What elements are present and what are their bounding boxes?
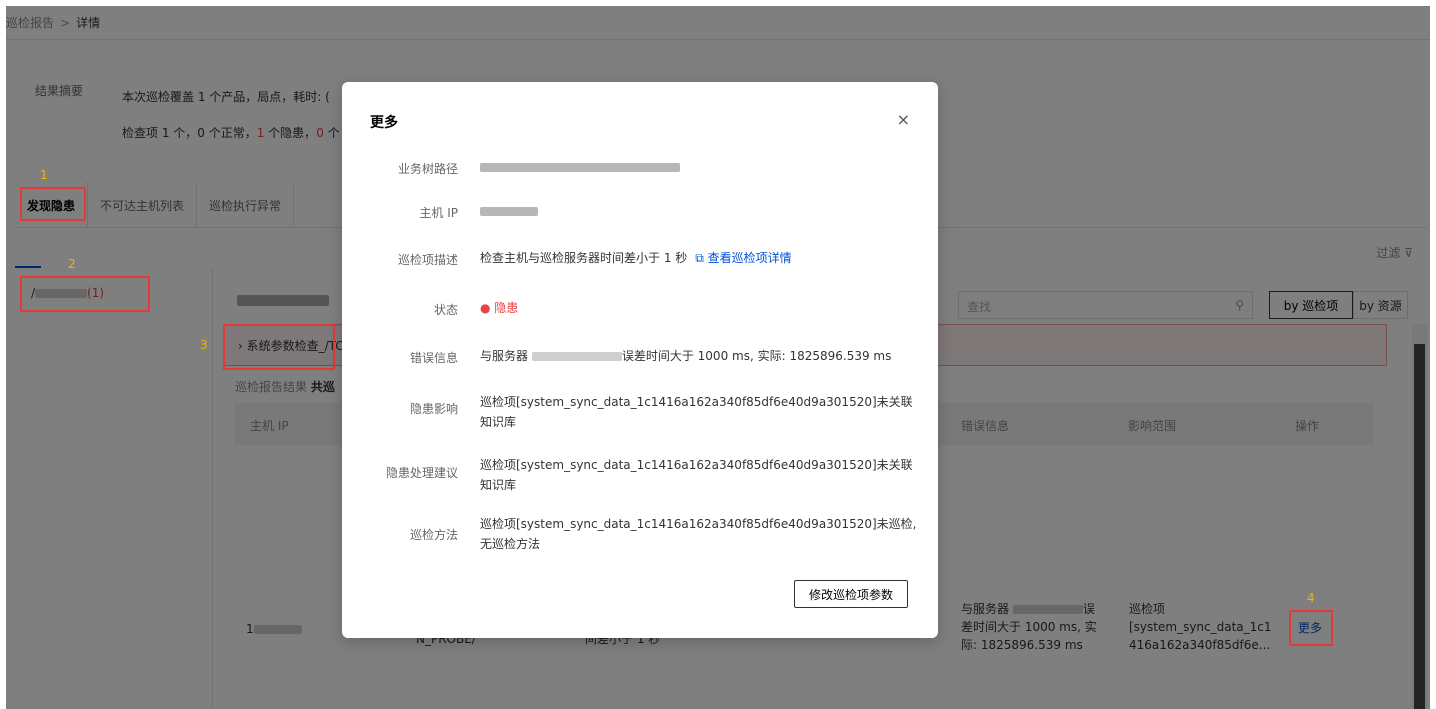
method-value: 巡检项[system_sync_data_1c1416a162a340f85df… [480,517,917,551]
annotation-box-2 [20,276,150,312]
annotation-box-4 [1289,610,1333,646]
annotation-3: 3 [200,338,208,352]
method-label: 巡检方法 [409,528,458,542]
suggestion-value: 巡检项[system_sync_data_1c1416a162a340f85df… [480,458,913,492]
view-detail-link[interactable]: 查看巡检项详情 [708,251,792,265]
status-label: 状态 [433,303,458,317]
error-label: 错误信息 [409,351,458,365]
impact-value: 巡检项[system_sync_data_1c1416a162a340f85df… [480,395,913,429]
annotation-2: 2 [68,257,76,271]
page: 巡检报告>详情 结果摘要 本次巡检覆盖 1 个产品，局点，耗时: ( 检查项 1… [0,0,1436,709]
annotation-box-1 [20,187,86,221]
status-value: ● 隐患 [480,301,519,315]
biz-path-label: 业务树路径 [397,162,458,176]
annotation-box-3 [223,324,335,370]
error-value: 与服务器 误差时间大于 1000 ms, 实际: 1825896.539 ms [480,349,892,363]
suggestion-label: 隐患处理建议 [385,466,458,480]
desc-value: 检查主机与巡检服务器时间差小于 1 秒 ⧉ 查看巡检项详情 [480,251,792,265]
more-dialog: 更多 × 业务树路径 主机 IP 巡检项描述 检查主机与巡检服务器时间差小于 1… [342,82,938,638]
impact-label: 隐患影响 [409,402,458,416]
external-link-icon[interactable]: ⧉ 查看巡检项详情 [695,251,791,265]
desc-label: 巡检项描述 [397,253,458,267]
host-ip-label: 主机 IP [419,206,458,220]
biz-path-value [480,157,920,177]
annotation-4: 4 [1307,591,1315,605]
edit-params-button[interactable]: 修改巡检项参数 [794,580,908,608]
dialog-title: 更多 [370,115,398,131]
annotation-1: 1 [40,168,48,182]
close-icon[interactable]: × [897,110,910,129]
host-ip-value [480,201,920,221]
